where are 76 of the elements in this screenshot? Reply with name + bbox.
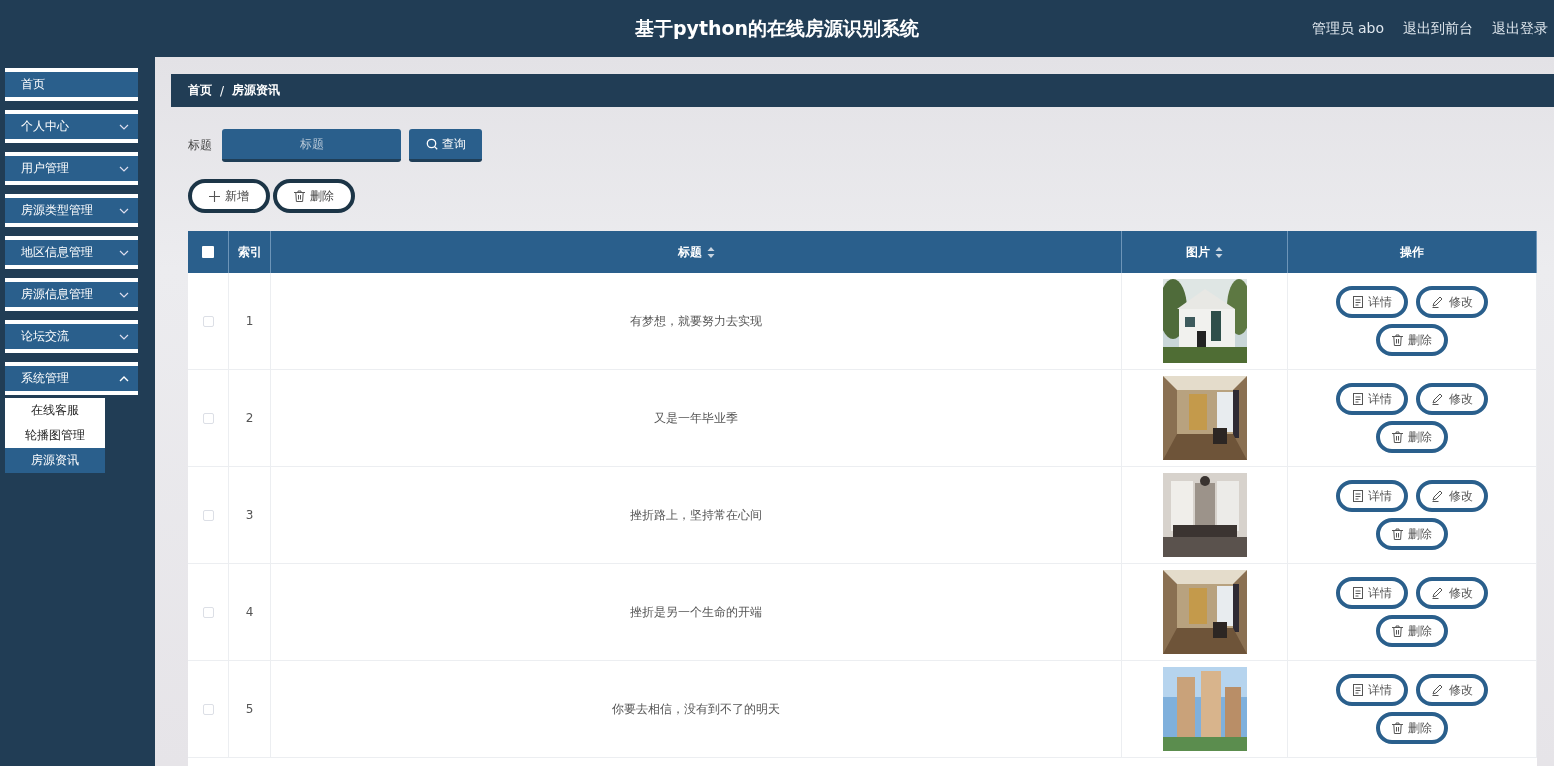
detail-button[interactable]: 详情 bbox=[1336, 480, 1408, 512]
edit-button[interactable]: 修改 bbox=[1416, 674, 1488, 706]
detail-button[interactable]: 详情 bbox=[1336, 383, 1408, 415]
document-icon bbox=[1352, 684, 1363, 696]
search-field[interactable]: 标题 bbox=[222, 129, 401, 162]
column-header[interactable]: 标题 bbox=[271, 231, 1122, 273]
breadcrumb-item[interactable]: 房源资讯 bbox=[232, 82, 281, 99]
sidebar-item[interactable]: 地区信息管理 bbox=[5, 236, 138, 269]
sidebar-item[interactable]: 系统管理 bbox=[5, 362, 138, 395]
table-cell: 有梦想，就要努力去实现 bbox=[271, 273, 1122, 370]
trash-icon bbox=[1392, 334, 1403, 346]
pencil-icon bbox=[1431, 296, 1444, 308]
delete-button[interactable]: 删除 bbox=[273, 179, 355, 213]
sidebar-item[interactable]: 首页 bbox=[5, 68, 138, 101]
search-button[interactable]: 查询 bbox=[409, 129, 482, 162]
add-button[interactable]: 新增 bbox=[188, 179, 270, 213]
document-icon bbox=[1352, 490, 1363, 502]
table-cell: 2 bbox=[229, 370, 271, 467]
header-link[interactable]: 管理员 abo bbox=[1311, 19, 1384, 38]
header-link[interactable]: 退出到前台 bbox=[1403, 19, 1473, 38]
edit-button[interactable]: 修改 bbox=[1416, 480, 1488, 512]
submenu-item[interactable]: 房源资讯 bbox=[5, 448, 105, 473]
pencil-icon bbox=[1431, 587, 1444, 599]
search-label: 标题 bbox=[188, 137, 212, 154]
detail-button[interactable]: 详情 bbox=[1336, 286, 1408, 318]
submenu-item[interactable]: 在线客服 bbox=[5, 398, 105, 423]
pencil-icon bbox=[1431, 684, 1444, 696]
trash-icon bbox=[1392, 625, 1403, 637]
row-checkbox[interactable] bbox=[202, 412, 214, 424]
delete-button[interactable]: 删除 bbox=[1376, 324, 1448, 356]
app-title: 基于python的在线房源识别系统 bbox=[634, 16, 920, 39]
breadcrumb-separator: / bbox=[220, 83, 225, 98]
table-cell: 你要去相信，没有到不了的明天 bbox=[271, 661, 1122, 758]
plus-icon bbox=[209, 190, 220, 202]
delete-button[interactable]: 删除 bbox=[1376, 421, 1448, 453]
table-cell: 3 bbox=[229, 467, 271, 564]
sidebar-item[interactable]: 用户管理 bbox=[5, 152, 138, 185]
delete-button[interactable]: 删除 bbox=[1376, 518, 1448, 550]
column-header: 索引 bbox=[229, 231, 271, 273]
sidebar-item[interactable]: 房源信息管理 bbox=[5, 278, 138, 311]
row-checkbox[interactable] bbox=[202, 606, 214, 618]
sidebar-item[interactable]: 房源类型管理 bbox=[5, 194, 138, 227]
trash-icon bbox=[1392, 722, 1403, 734]
pencil-icon bbox=[1431, 393, 1444, 405]
search-icon bbox=[425, 138, 438, 150]
pencil-icon bbox=[1431, 490, 1444, 502]
trash-icon bbox=[294, 190, 305, 202]
column-header[interactable]: 图片 bbox=[1122, 231, 1288, 273]
breadcrumb-item[interactable]: 首页 bbox=[188, 82, 212, 99]
row-checkbox[interactable] bbox=[202, 703, 214, 715]
delete-button[interactable]: 删除 bbox=[1376, 615, 1448, 647]
edit-button[interactable]: 修改 bbox=[1416, 577, 1488, 609]
submenu-item[interactable]: 轮播图管理 bbox=[5, 423, 105, 448]
table-cell: 挫折是另一个生命的开端 bbox=[271, 564, 1122, 661]
document-icon bbox=[1352, 393, 1363, 405]
detail-button[interactable]: 详情 bbox=[1336, 674, 1408, 706]
document-icon bbox=[1352, 587, 1363, 599]
document-icon bbox=[1352, 296, 1363, 308]
edit-button[interactable]: 修改 bbox=[1416, 383, 1488, 415]
row-checkbox[interactable] bbox=[202, 509, 214, 521]
select-all-checkbox[interactable] bbox=[202, 246, 214, 258]
sidebar-item[interactable]: 论坛交流 bbox=[5, 320, 138, 353]
table-cell: 5 bbox=[229, 661, 271, 758]
trash-icon bbox=[1392, 431, 1403, 443]
edit-button[interactable]: 修改 bbox=[1416, 286, 1488, 318]
sidebar-item[interactable]: 个人中心 bbox=[5, 110, 138, 143]
row-checkbox[interactable] bbox=[202, 315, 214, 327]
delete-button[interactable]: 删除 bbox=[1376, 712, 1448, 744]
table-cell: 挫折路上，坚持常在心间 bbox=[271, 467, 1122, 564]
table-cell: 4 bbox=[229, 564, 271, 661]
header-link[interactable]: 退出登录 bbox=[1492, 19, 1548, 38]
table-cell: 1 bbox=[229, 273, 271, 370]
table-cell: 又是一年毕业季 bbox=[271, 370, 1122, 467]
column-header: 操作 bbox=[1288, 231, 1537, 273]
detail-button[interactable]: 详情 bbox=[1336, 577, 1408, 609]
trash-icon bbox=[1392, 528, 1403, 540]
